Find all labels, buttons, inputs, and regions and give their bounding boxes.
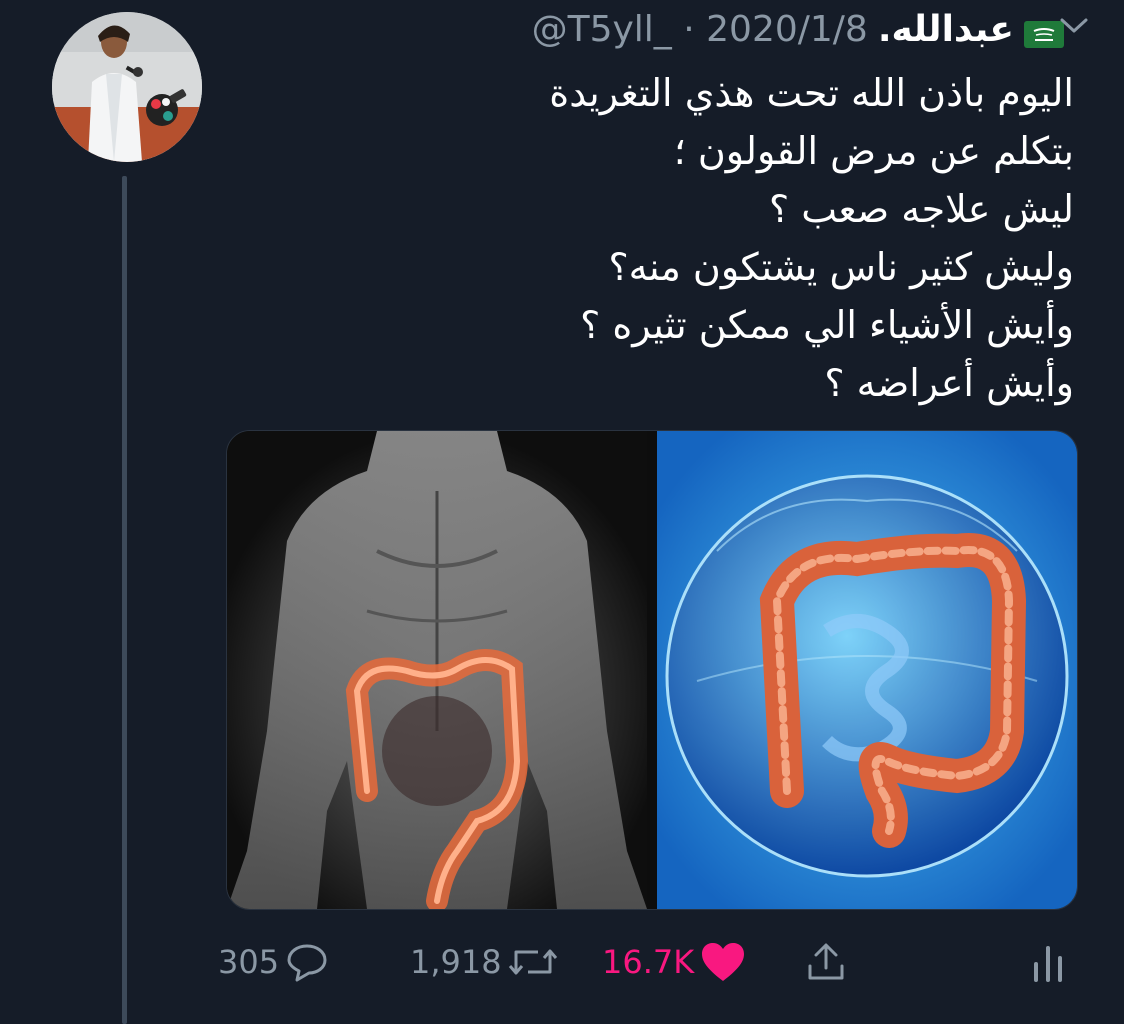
tweet-text: اليوم باذن الله تحت هذي التغريدة بتكلم ع… <box>300 64 1074 412</box>
reply-button[interactable]: 305 <box>218 932 329 992</box>
retweet-button[interactable]: 1,918 <box>410 932 558 992</box>
media-image-torso[interactable] <box>227 431 647 909</box>
tweet-line: وأيش أعراضه ؟ <box>824 361 1074 405</box>
separator: · <box>683 8 695 50</box>
tweet-line: ليش علاجه صعب ؟ <box>768 187 1074 231</box>
like-button[interactable]: 16.7K <box>602 932 746 992</box>
share-icon <box>804 940 848 984</box>
share-button[interactable] <box>804 932 848 992</box>
analytics-button[interactable] <box>1028 932 1068 992</box>
avatar-photo <box>52 12 202 162</box>
tweet-line: اليوم باذن الله تحت هذي التغريدة <box>549 71 1074 115</box>
avatar[interactable] <box>52 12 202 162</box>
handle[interactable]: @T5yll_ <box>532 9 672 50</box>
retweet-count: 1,918 <box>410 943 502 981</box>
display-name[interactable]: عبدالله. <box>878 9 1014 50</box>
like-count: 16.7K <box>602 943 695 981</box>
tweet-actions: 305 1,918 16.7K <box>210 932 1090 992</box>
tweet-line: بتكلم عن مرض القولون ؛ <box>673 129 1074 173</box>
tweet-line: وأيش الأشياء الي ممكن تثيره ؟ <box>580 303 1074 347</box>
analytics-icon <box>1028 940 1068 984</box>
thread-line <box>122 176 127 1024</box>
reply-count: 305 <box>218 943 280 981</box>
tweet-line: وليش كثير ناس يشتكون منه؟ <box>608 245 1074 289</box>
media-image-colon[interactable] <box>657 431 1077 909</box>
chevron-down-icon[interactable] <box>1056 12 1092 38</box>
tweet-media[interactable] <box>226 430 1078 910</box>
heart-icon <box>700 941 746 983</box>
tweet-date[interactable]: 2020/1/8 <box>706 9 868 50</box>
reply-icon <box>285 942 329 982</box>
tweet-header: @T5yll_ · 2020/1/8 عبدالله. <box>230 4 1064 54</box>
tweet-meta: @T5yll_ · 2020/1/8 <box>532 9 868 50</box>
retweet-icon <box>508 942 558 982</box>
